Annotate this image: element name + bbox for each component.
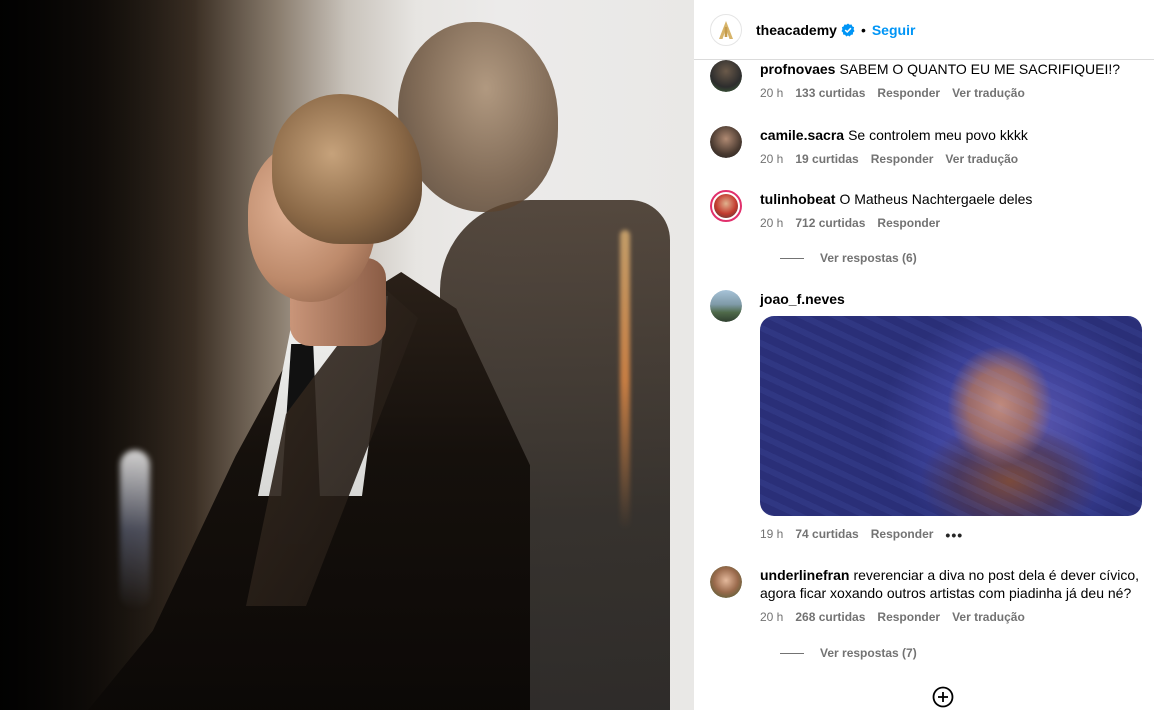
reply-button[interactable]: Responder bbox=[871, 527, 934, 543]
translate-button[interactable]: Ver tradução bbox=[945, 152, 1018, 166]
academy-logo-icon[interactable] bbox=[710, 13, 742, 46]
comment-time[interactable]: 20 h bbox=[760, 86, 783, 100]
add-circle-icon[interactable] bbox=[932, 686, 954, 708]
comment-username[interactable]: camile.sacra bbox=[760, 127, 844, 143]
view-replies-button[interactable]: Ver respostas (6) bbox=[780, 251, 917, 265]
comment-text-block: camile.sacra Se controlem meu povo kkkk bbox=[760, 126, 1148, 144]
comment-time[interactable]: 19 h bbox=[760, 527, 783, 543]
comments-panel: theacademy • Seguir profnovaes SABEM O QU… bbox=[694, 0, 1154, 710]
comment-time[interactable]: 20 h bbox=[760, 152, 783, 166]
comment-username[interactable]: joao_f.neves bbox=[760, 291, 845, 307]
post-image[interactable] bbox=[0, 0, 694, 710]
view-replies-label: Ver respostas (7) bbox=[820, 646, 917, 660]
comment-text-block: underlinefran reverenciar a diva no post … bbox=[760, 566, 1148, 602]
comment-list: profnovaes SABEM O QUANTO EU ME SACRIFIQU… bbox=[694, 60, 1154, 710]
comment-username[interactable]: profnovaes bbox=[760, 61, 835, 77]
comment-username[interactable]: underlinefran bbox=[760, 567, 849, 583]
header-separator: • bbox=[860, 21, 866, 38]
comment-text-block: tulinhobeat O Matheus Nachtergaele deles bbox=[760, 190, 1148, 208]
view-replies-button[interactable]: Ver respostas (7) bbox=[780, 646, 917, 660]
reply-button[interactable]: Responder bbox=[877, 86, 940, 100]
avatar-story-ring[interactable] bbox=[710, 190, 742, 222]
verified-badge-icon bbox=[841, 23, 855, 37]
comment-text-block: profnovaes SABEM O QUANTO EU ME SACRIFIQU… bbox=[760, 60, 1148, 78]
comment-text: SABEM O QUANTO EU ME SACRIFIQUEI!? bbox=[839, 61, 1121, 77]
reflection-head bbox=[398, 22, 558, 212]
comment-meta: 20 h 268 curtidas Responder Ver tradução bbox=[760, 610, 1025, 624]
comment-gif[interactable] bbox=[760, 316, 1142, 516]
lens-flare bbox=[120, 450, 150, 610]
comment-text-block: joao_f.neves bbox=[760, 290, 1148, 308]
replies-divider bbox=[780, 652, 804, 654]
reply-button[interactable]: Responder bbox=[871, 152, 934, 166]
comment-likes[interactable]: 268 curtidas bbox=[795, 610, 865, 624]
comment-text: O Matheus Nachtergaele deles bbox=[839, 191, 1033, 207]
comment-meta: 20 h 133 curtidas Responder Ver tradução bbox=[760, 86, 1025, 100]
light-flare bbox=[620, 230, 630, 530]
comment-meta: 19 h 74 curtidas Responder ••• bbox=[760, 527, 963, 543]
gif-texture bbox=[760, 316, 1142, 516]
comment-likes[interactable]: 712 curtidas bbox=[795, 216, 865, 230]
translate-button[interactable]: Ver tradução bbox=[952, 86, 1025, 100]
comment-text: Se controlem meu povo kkkk bbox=[848, 127, 1028, 143]
view-replies-label: Ver respostas (6) bbox=[820, 251, 917, 265]
reply-button[interactable]: Responder bbox=[877, 610, 940, 624]
comment-likes[interactable]: 133 curtidas bbox=[795, 86, 865, 100]
more-options-icon[interactable]: ••• bbox=[945, 527, 963, 543]
comment-likes[interactable]: 19 curtidas bbox=[795, 152, 858, 166]
avatar[interactable] bbox=[710, 60, 742, 92]
reply-button[interactable]: Responder bbox=[877, 216, 940, 230]
header-username[interactable]: theacademy bbox=[756, 22, 837, 38]
avatar[interactable] bbox=[710, 290, 742, 322]
comment-time[interactable]: 20 h bbox=[760, 216, 783, 230]
translate-button[interactable]: Ver tradução bbox=[952, 610, 1025, 624]
comment-meta: 20 h 19 curtidas Responder Ver tradução bbox=[760, 152, 1018, 166]
avatar[interactable] bbox=[710, 126, 742, 158]
replies-divider bbox=[780, 257, 804, 259]
avatar[interactable] bbox=[710, 566, 742, 598]
post-header: theacademy • Seguir bbox=[694, 0, 1154, 60]
comment-likes[interactable]: 74 curtidas bbox=[795, 527, 858, 543]
comment-meta: 20 h 712 curtidas Responder bbox=[760, 216, 940, 230]
follow-button[interactable]: Seguir bbox=[872, 22, 916, 38]
comment-username[interactable]: tulinhobeat bbox=[760, 191, 835, 207]
comment-time[interactable]: 20 h bbox=[760, 610, 783, 624]
